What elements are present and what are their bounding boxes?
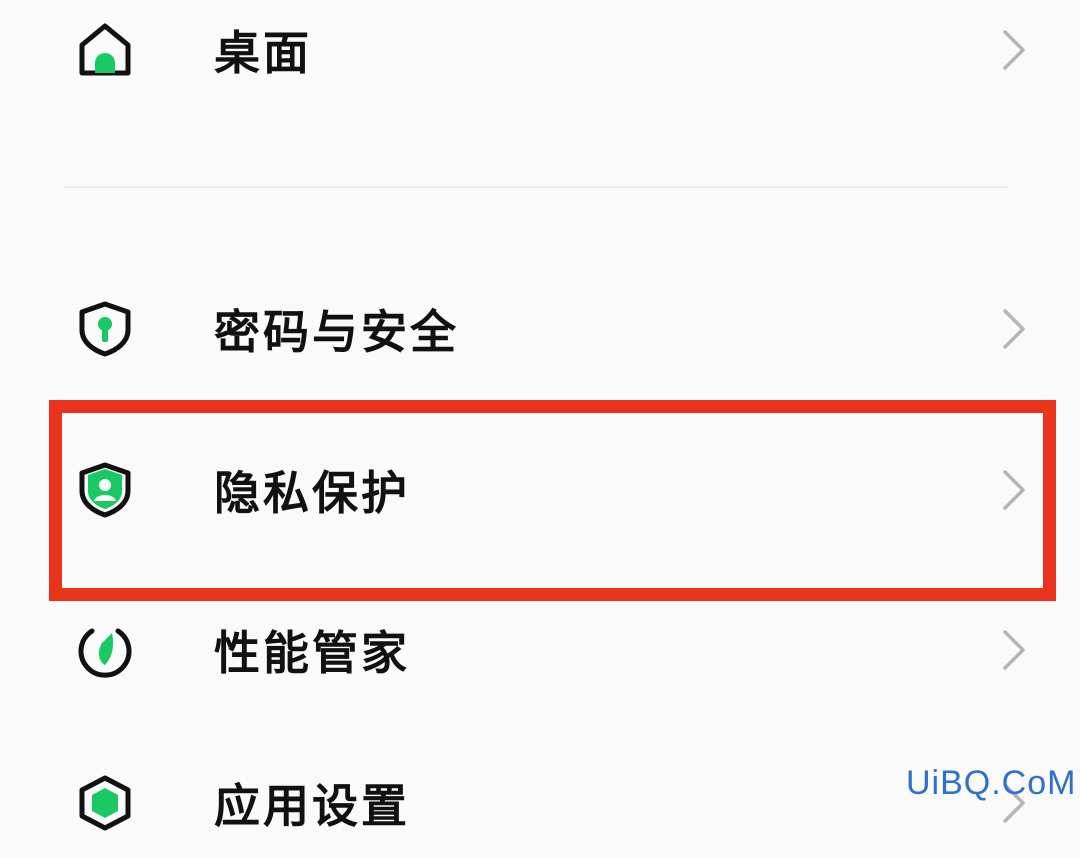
settings-item-password-security[interactable]: 密码与安全 [0,274,1080,384]
home-icon [76,21,134,79]
chevron-right-icon [1003,630,1025,670]
watermark: UiBQ.CoM [906,764,1077,802]
settings-item-label: 桌面 [214,26,312,80]
gauge-icon [76,621,134,679]
hexagon-app-icon [76,774,134,832]
settings-item-label: 应用设置 [214,779,410,833]
chevron-right-icon [1003,309,1025,349]
settings-item-label: 性能管家 [214,626,410,680]
shield-keyhole-icon [76,300,134,358]
section-divider [64,186,1008,188]
settings-list: 桌面 密码与安全 隐私保护 性能管家 应用设置 UiBQ.CoM [0,0,1080,833]
highlight-box [49,400,1056,601]
settings-item-label: 密码与安全 [214,305,459,359]
settings-item-performance[interactable]: 性能管家 [0,595,1080,705]
settings-item-desktop[interactable]: 桌面 [0,0,1080,105]
chevron-right-icon [1003,30,1025,70]
